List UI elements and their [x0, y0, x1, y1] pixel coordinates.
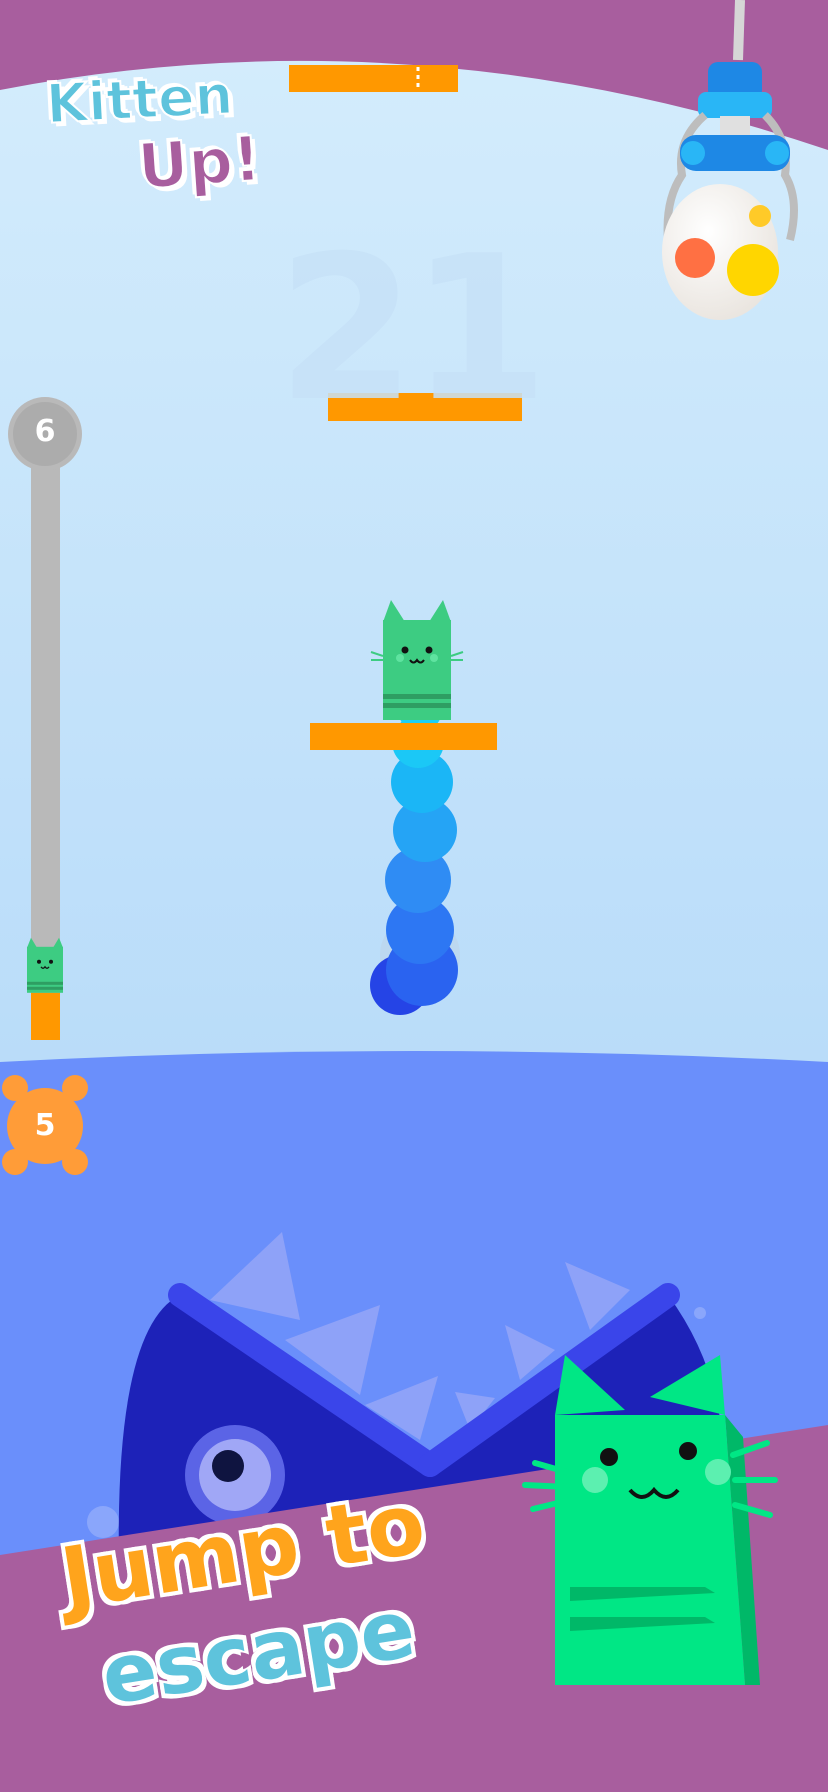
top-progress-bar-fill: [289, 65, 458, 92]
next-level-number: 6: [34, 414, 56, 449]
logo-line-2: Up!: [135, 121, 265, 204]
current-level-number: 5: [34, 1108, 56, 1143]
score: 21: [276, 213, 549, 446]
logo: Kitten Up!: [38, 62, 278, 212]
platform: [310, 723, 497, 750]
bubble: [694, 1307, 706, 1319]
